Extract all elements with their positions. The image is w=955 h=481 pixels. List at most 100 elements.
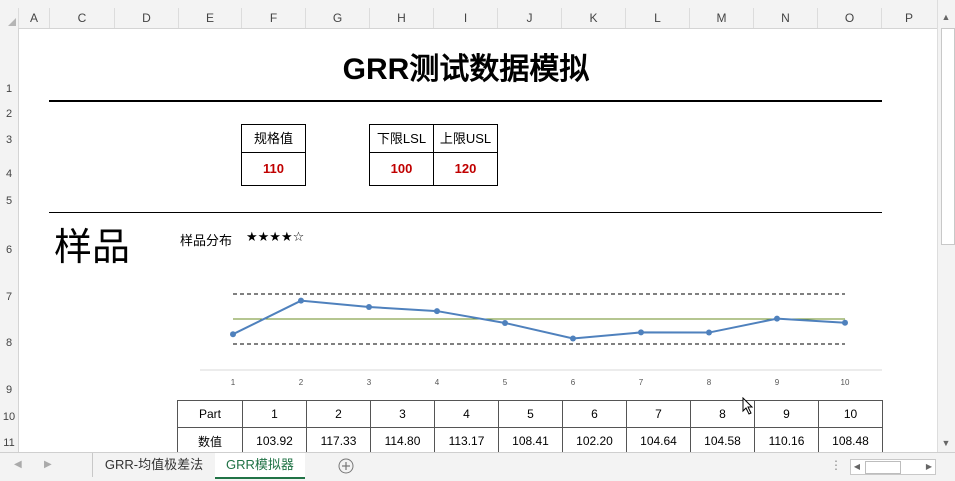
table-row: Part 1 2 3 4 5 6 7 8 9 10 (177, 400, 883, 428)
column-header[interactable]: L (626, 8, 690, 28)
row-header[interactable]: 7 (0, 291, 18, 303)
column-header[interactable]: N (754, 8, 818, 28)
x-tick-label: 4 (435, 378, 440, 387)
row-header[interactable]: 6 (0, 244, 18, 256)
table-cell[interactable]: 104.64 (626, 427, 691, 455)
table-cell[interactable]: 5 (498, 400, 563, 428)
data-point (842, 319, 848, 326)
sample-line-chart: 1 2 3 4 5 6 7 8 9 10 (200, 293, 882, 387)
row-header[interactable]: 9 (0, 384, 18, 396)
usl-value[interactable]: 120 (433, 152, 498, 186)
data-point (774, 315, 780, 322)
table-cell[interactable]: 10 (818, 400, 883, 428)
row-header[interactable]: 3 (0, 134, 18, 146)
scroll-right-icon[interactable]: ▶ (923, 460, 935, 474)
spec-label: 规格值 (241, 124, 306, 153)
mouse-cursor-icon (742, 397, 754, 415)
data-point (230, 331, 236, 338)
table-cell[interactable]: 114.80 (370, 427, 435, 455)
x-tick-label: 9 (775, 378, 780, 387)
data-point (434, 308, 440, 315)
x-tick-label: 8 (707, 378, 712, 387)
table-cell[interactable]: 110.16 (754, 427, 819, 455)
table-cell[interactable]: 102.20 (562, 427, 627, 455)
select-all-corner[interactable] (0, 8, 19, 28)
column-header[interactable]: D (115, 8, 179, 28)
table-row: 数值 103.92 117.33 114.80 113.17 108.41 10… (177, 427, 883, 455)
column-header[interactable]: G (306, 8, 370, 28)
data-point (366, 304, 372, 310)
horizontal-scroll-thumb[interactable] (865, 461, 901, 474)
x-tick-label: 6 (571, 378, 576, 387)
scroll-left-icon[interactable]: ◀ (851, 460, 863, 474)
column-header[interactable]: C (50, 8, 115, 28)
table-row-header: 数值 (177, 427, 243, 455)
tab-split-handle-icon[interactable]: ⋮ (830, 458, 842, 472)
tab-grr-simulator[interactable]: GRR模拟器 (215, 453, 305, 479)
table-cell[interactable]: 104.58 (690, 427, 755, 455)
add-sheet-icon[interactable] (338, 458, 354, 474)
table-cell[interactable]: 9 (754, 400, 819, 428)
column-header[interactable]: A (19, 8, 50, 28)
lsl-label: 下限LSL (369, 124, 434, 153)
row-header[interactable]: 2 (0, 108, 18, 120)
next-sheet-icon[interactable]: ▶ (44, 459, 52, 470)
table-cell[interactable]: 7 (626, 400, 691, 428)
series-line (232, 299, 846, 340)
table-cell[interactable]: 108.48 (818, 427, 883, 455)
table-cell[interactable]: 2 (306, 400, 371, 428)
row-header[interactable]: 4 (0, 168, 18, 180)
x-tick-label: 10 (841, 378, 850, 387)
table-cell[interactable]: 3 (370, 400, 435, 428)
table-cell[interactable]: 103.92 (242, 427, 307, 455)
tab-grr-mean-range[interactable]: GRR-均值极差法 (92, 453, 216, 477)
column-header[interactable]: P (882, 8, 936, 28)
row-header[interactable]: 10 (0, 411, 18, 423)
x-tick-label: 2 (299, 378, 304, 387)
column-header[interactable]: O (818, 8, 882, 28)
column-header[interactable]: M (690, 8, 754, 28)
row-header[interactable]: 11 (0, 437, 18, 449)
scroll-up-icon[interactable]: ▲ (938, 12, 954, 22)
column-header-bar: A C D E F G H I J K L M N O P (0, 0, 955, 29)
table-cell[interactable]: 117.33 (306, 427, 371, 455)
column-header[interactable]: I (434, 8, 498, 28)
vertical-scroll-thumb[interactable] (941, 28, 955, 245)
horizontal-scrollbar[interactable]: ◀ ▶ (850, 459, 936, 475)
title-divider (49, 100, 882, 102)
prev-sheet-icon[interactable]: ◀ (14, 459, 22, 470)
column-header[interactable]: J (498, 8, 562, 28)
table-row-header: Part (177, 400, 243, 428)
usl-label: 上限USL (433, 124, 498, 153)
table-cell[interactable]: 108.41 (498, 427, 563, 455)
column-header[interactable]: F (242, 8, 306, 28)
data-point (570, 335, 576, 342)
lsl-value[interactable]: 100 (369, 152, 434, 186)
table-cell[interactable]: 1 (242, 400, 307, 428)
vertical-scrollbar[interactable]: ▲ ▼ (937, 0, 955, 452)
section-title: 样品 (54, 227, 131, 269)
x-tick-label: 7 (639, 378, 644, 387)
data-point (638, 329, 644, 336)
x-tick-label: 5 (503, 378, 508, 387)
data-table: Part 1 2 3 4 5 6 7 8 9 10 数值 103.92 117.… (177, 400, 883, 455)
column-header[interactable]: H (370, 8, 434, 28)
table-cell[interactable]: 113.17 (434, 427, 499, 455)
distribution-label: 样品分布 (180, 233, 233, 248)
column-header[interactable]: E (179, 8, 242, 28)
spec-value[interactable]: 110 (241, 152, 306, 186)
x-tick-label: 3 (367, 378, 372, 387)
table-cell[interactable]: 4 (434, 400, 499, 428)
distribution-rating: ★★★★☆ (246, 229, 305, 244)
column-header[interactable]: K (562, 8, 626, 28)
row-header[interactable]: 1 (0, 83, 18, 95)
row-header-bar: 1 2 3 4 5 6 7 8 9 10 11 (0, 28, 19, 452)
table-cell[interactable]: 6 (562, 400, 627, 428)
x-tick-label: 1 (231, 378, 236, 387)
scroll-down-icon[interactable]: ▼ (938, 438, 954, 448)
section-divider (49, 212, 882, 213)
row-header[interactable]: 5 (0, 195, 18, 207)
sheet-tab-bar: ◀ ▶ GRR-均值极差法 GRR模拟器 ⋮ ◀ ▶ (0, 452, 955, 481)
data-point (706, 329, 712, 336)
row-header[interactable]: 8 (0, 337, 18, 349)
